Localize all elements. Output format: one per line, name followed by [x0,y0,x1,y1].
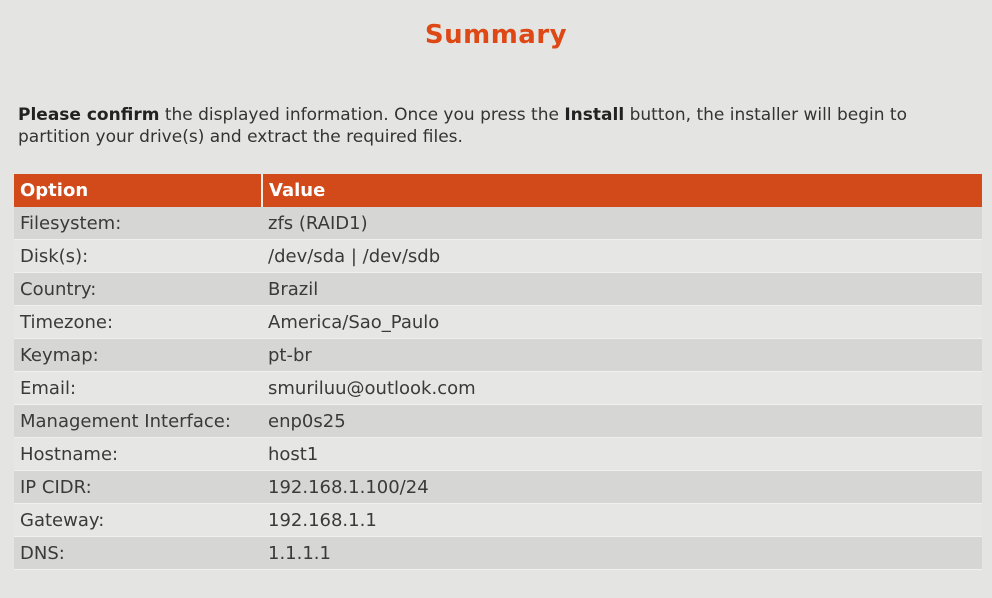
option-dns: DNS: [14,536,262,570]
value-dns: 1.1.1.1 [262,536,982,570]
table-row: Management Interface: enp0s25 [14,404,982,438]
page-title: Summary [424,20,568,50]
option-hostname: Hostname: [14,437,262,471]
value-filesystem: zfs (RAID1) [262,207,982,240]
value-timezone: America/Sao_Paulo [262,305,982,339]
value-ip-cidr: 192.168.1.100/24 [262,470,982,504]
value-hostname: host1 [262,437,982,471]
value-management-interface: enp0s25 [262,404,982,438]
table-row: Keymap: pt-br [14,338,982,372]
option-management-interface: Management Interface: [14,404,262,438]
summary-table: Option Value Filesystem: zfs (RAID1) Dis… [14,174,982,570]
option-country: Country: [14,272,262,306]
table-row: IP CIDR: 192.168.1.100/24 [14,470,982,504]
option-email: Email: [14,371,262,405]
table-row: Disk(s): /dev/sda | /dev/sdb [14,239,982,273]
table-header-row: Option Value [14,174,982,207]
table-row: Gateway: 192.168.1.1 [14,503,982,537]
intro-bold-prefix: Please confirm [18,105,160,125]
option-timezone: Timezone: [14,305,262,339]
option-gateway: Gateway: [14,503,262,537]
table-row: Country: Brazil [14,272,982,306]
value-email: smuriluu@outlook.com [262,371,982,405]
column-header-value: Value [262,174,982,207]
value-disks: /dev/sda | /dev/sdb [262,239,982,273]
intro-paragraph: Please confirm the displayed information… [18,104,958,148]
table-row: DNS: 1.1.1.1 [14,536,982,570]
column-header-option: Option [14,174,263,207]
value-gateway: 192.168.1.1 [262,503,982,537]
table-row: Filesystem: zfs (RAID1) [14,207,982,240]
table-row: Email: smuriluu@outlook.com [14,371,982,405]
table-row: Hostname: host1 [14,437,982,471]
option-disks: Disk(s): [14,239,262,273]
intro-text-before: the displayed information. Once you pres… [159,105,565,125]
option-ip-cidr: IP CIDR: [14,470,262,504]
table-row: Timezone: America/Sao_Paulo [14,305,982,339]
intro-install-word: Install [564,105,625,125]
installer-summary-screen: Summary Please confirm the displayed inf… [0,0,992,598]
value-keymap: pt-br [262,338,982,372]
option-filesystem: Filesystem: [14,207,262,240]
option-keymap: Keymap: [14,338,262,372]
value-country: Brazil [262,272,982,306]
